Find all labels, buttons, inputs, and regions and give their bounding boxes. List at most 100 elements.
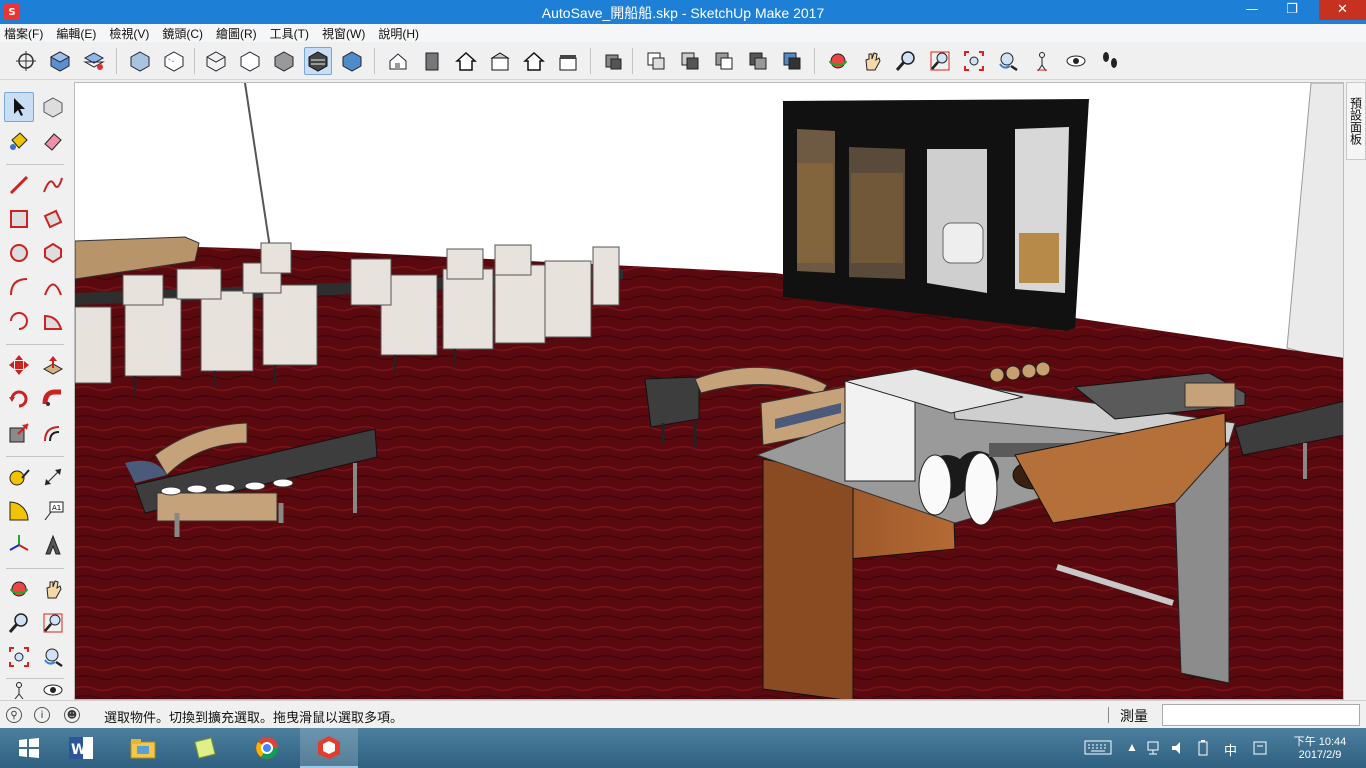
text-icon[interactable]: A1 <box>38 496 68 526</box>
close-button[interactable]: ✕ <box>1319 0 1366 20</box>
menu-draw[interactable]: 繪圖(R) <box>216 25 257 42</box>
follow-me-icon[interactable] <box>38 384 68 414</box>
menu-help[interactable]: 說明(H) <box>378 25 419 42</box>
menu-camera[interactable]: 鏡頭(C) <box>162 25 203 42</box>
subtract-icon[interactable] <box>744 47 772 75</box>
look-around-icon[interactable] <box>38 680 68 700</box>
menu-file[interactable]: 檔案(F) <box>4 25 43 42</box>
zoom-extents-icon[interactable] <box>4 642 34 672</box>
back-view-icon[interactable] <box>554 47 582 75</box>
look-around-icon[interactable] <box>1062 47 1090 75</box>
walk-icon[interactable] <box>1096 47 1124 75</box>
freehand-icon[interactable] <box>38 170 68 200</box>
minimize-button[interactable]: — <box>1238 0 1266 20</box>
windows-taskbar: W ▲ 中 下午 10:44 2017/2/9 <box>0 728 1366 768</box>
scale-icon[interactable] <box>4 418 34 448</box>
geo-location-icon[interactable]: ⚲ <box>6 707 22 723</box>
push-pull-icon[interactable] <box>38 350 68 380</box>
xray-style-icon[interactable] <box>126 47 154 75</box>
iso-view-icon[interactable] <box>384 47 412 75</box>
menu-window[interactable]: 視窗(W) <box>322 25 365 42</box>
union-icon[interactable] <box>710 47 738 75</box>
rectangle-icon[interactable] <box>4 204 34 234</box>
zoom-icon[interactable] <box>892 47 920 75</box>
axes-icon[interactable] <box>4 530 34 560</box>
right-view-icon[interactable] <box>520 47 548 75</box>
default-tray-tab[interactable]: 預設面板 <box>1346 82 1366 160</box>
user-icon[interactable]: ☻ <box>64 707 80 723</box>
section-plane-icon[interactable] <box>600 47 628 75</box>
polygon-icon[interactable] <box>38 238 68 268</box>
measure-divider <box>1108 707 1109 723</box>
restore-button[interactable]: ❐ <box>1278 0 1306 20</box>
rotate-icon[interactable] <box>4 384 34 414</box>
battery-icon[interactable] <box>1196 740 1210 759</box>
clock-date[interactable]: 2017/2/9 <box>1290 749 1350 761</box>
circle-icon[interactable] <box>4 238 34 268</box>
paint-bucket-icon[interactable] <box>4 126 34 156</box>
measurements-input[interactable] <box>1162 704 1360 726</box>
move-icon[interactable] <box>4 350 34 380</box>
three-point-arc-icon[interactable] <box>4 306 34 336</box>
position-camera-icon[interactable] <box>4 680 34 700</box>
model-viewport[interactable] <box>74 82 1344 700</box>
menu-edit[interactable]: 編輯(E) <box>56 25 96 42</box>
make-component-icon[interactable] <box>38 92 68 122</box>
rotated-rectangle-icon[interactable] <box>38 204 68 234</box>
protractor-icon[interactable] <box>4 496 34 526</box>
eraser-icon[interactable] <box>38 126 68 156</box>
dimension-icon[interactable] <box>38 462 68 492</box>
chrome-icon[interactable] <box>238 728 296 768</box>
word-icon[interactable]: W <box>52 728 110 768</box>
outer-shell-icon[interactable] <box>642 47 670 75</box>
sticky-notes-icon[interactable] <box>176 728 234 768</box>
front-view-icon[interactable] <box>418 47 446 75</box>
trim-icon[interactable] <box>778 47 806 75</box>
pan-icon[interactable] <box>858 47 886 75</box>
windows-start-icon[interactable] <box>0 728 58 768</box>
sketchup-app-icon[interactable]: S <box>4 4 20 20</box>
shaded-icon[interactable] <box>270 47 298 75</box>
component-icon[interactable] <box>46 47 74 75</box>
wireframe-icon[interactable] <box>202 47 230 75</box>
zoom-extents-icon[interactable] <box>960 47 988 75</box>
intersect-icon[interactable] <box>676 47 704 75</box>
arc-icon[interactable] <box>4 272 34 302</box>
pan-icon[interactable] <box>38 574 68 604</box>
zoom-window-icon[interactable] <box>926 47 954 75</box>
back-edges-icon[interactable] <box>160 47 188 75</box>
previous-icon[interactable] <box>38 642 68 672</box>
menu-view[interactable]: 檢視(V) <box>109 25 149 42</box>
3d-text-icon[interactable] <box>38 530 68 560</box>
crosshair-icon[interactable] <box>12 47 40 75</box>
home-icon[interactable] <box>452 47 480 75</box>
two-point-arc-icon[interactable] <box>38 272 68 302</box>
orbit-icon[interactable] <box>4 574 34 604</box>
zoom-window-icon[interactable] <box>38 608 68 638</box>
network-icon[interactable] <box>1146 740 1162 759</box>
offset-icon[interactable] <box>38 418 68 448</box>
pie-icon[interactable] <box>38 306 68 336</box>
keyboard-icon[interactable] <box>1084 738 1112 759</box>
top-view-icon[interactable] <box>486 47 514 75</box>
show-hidden-icons[interactable]: ▲ <box>1126 740 1138 754</box>
zoom-icon[interactable] <box>4 608 34 638</box>
volume-icon[interactable] <box>1170 740 1186 759</box>
sketchup-icon[interactable] <box>300 728 358 768</box>
action-center-icon[interactable] <box>1252 740 1268 759</box>
file-explorer-icon[interactable] <box>114 728 172 768</box>
clock-time[interactable]: 下午 10:44 <box>1290 733 1350 749</box>
credits-icon[interactable]: i <box>34 707 50 723</box>
orbit-icon[interactable] <box>824 47 852 75</box>
tape-measure-icon[interactable] <box>4 462 34 492</box>
monochrome-icon[interactable] <box>304 47 332 75</box>
menu-tools[interactable]: 工具(T) <box>270 25 309 42</box>
position-camera-icon[interactable] <box>1028 47 1056 75</box>
layers-icon[interactable] <box>80 47 108 75</box>
pencil-icon[interactable] <box>4 170 34 200</box>
ime-indicator[interactable]: 中 <box>1224 740 1237 759</box>
select-icon[interactable] <box>4 92 34 122</box>
hidden-line-icon[interactable] <box>236 47 264 75</box>
previous-view-icon[interactable] <box>994 47 1022 75</box>
shaded-texture-icon[interactable] <box>338 47 366 75</box>
